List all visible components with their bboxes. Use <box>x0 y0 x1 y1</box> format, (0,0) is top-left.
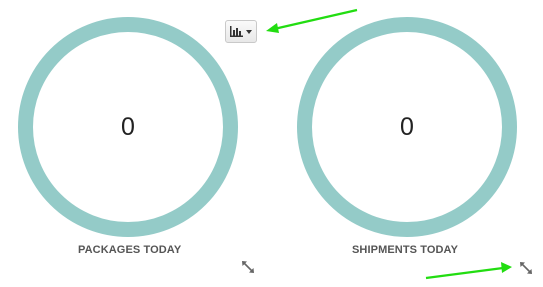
expand-icon[interactable] <box>241 260 255 274</box>
annotation-arrow-top <box>273 8 358 31</box>
dashboard-widgets: 0 PACKAGES TODAY 0 SHIPMENTS TODAY <box>0 0 543 287</box>
annotation-arrowhead-top <box>266 23 279 33</box>
expand-icon[interactable] <box>519 261 533 275</box>
annotation-arrowhead-bottom <box>501 262 512 273</box>
packages-today-donut: 0 <box>18 17 238 237</box>
packages-today-value: 0 <box>121 112 135 141</box>
packages-today-label: PACKAGES TODAY <box>78 244 182 256</box>
bar-chart-icon <box>230 26 243 37</box>
annotation-arrow-bottom <box>425 266 504 280</box>
shipments-today-value: 0 <box>400 112 414 141</box>
caret-down-icon <box>246 29 252 34</box>
shipments-today-donut: 0 <box>297 17 517 237</box>
chart-type-dropdown-button[interactable] <box>225 20 257 43</box>
shipments-today-label: SHIPMENTS TODAY <box>352 244 459 256</box>
